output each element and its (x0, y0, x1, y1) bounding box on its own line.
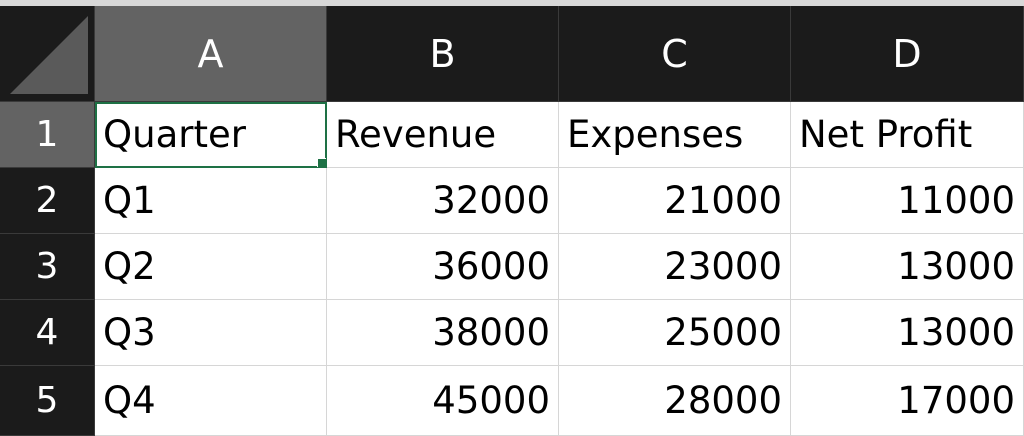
spreadsheet: A B C D 1 Quarter Revenue Expenses Net P… (0, 0, 1024, 436)
column-header-d[interactable]: D (791, 6, 1024, 102)
column-header-c[interactable]: C (559, 6, 791, 102)
cell-a3[interactable]: Q2 (95, 234, 327, 300)
select-all-corner[interactable] (0, 6, 95, 102)
cell-c4[interactable]: 25000 (559, 300, 791, 366)
cell-a4[interactable]: Q3 (95, 300, 327, 366)
cell-c5[interactable]: 28000 (559, 366, 791, 436)
cell-a2[interactable]: Q1 (95, 168, 327, 234)
row-header-2[interactable]: 2 (0, 168, 95, 234)
cell-b1[interactable]: Revenue (327, 102, 559, 168)
cell-c3[interactable]: 23000 (559, 234, 791, 300)
cell-c2[interactable]: 21000 (559, 168, 791, 234)
select-all-triangle-icon (10, 16, 88, 94)
cell-b4[interactable]: 38000 (327, 300, 559, 366)
cell-a5[interactable]: Q4 (95, 366, 327, 436)
cell-b3[interactable]: 36000 (327, 234, 559, 300)
row-header-4[interactable]: 4 (0, 300, 95, 366)
cell-d5[interactable]: 17000 (791, 366, 1024, 436)
column-header-a[interactable]: A (95, 6, 327, 102)
row-header-1[interactable]: 1 (0, 102, 95, 168)
cell-c1[interactable]: Expenses (559, 102, 791, 168)
cell-a1[interactable]: Quarter (95, 102, 327, 168)
cell-a1-value: Quarter (103, 113, 246, 156)
column-header-b[interactable]: B (327, 6, 559, 102)
cell-d1[interactable]: Net Profit (791, 102, 1024, 168)
cell-d2[interactable]: 11000 (791, 168, 1024, 234)
cell-d4[interactable]: 13000 (791, 300, 1024, 366)
cell-grid: A B C D 1 Quarter Revenue Expenses Net P… (0, 6, 1024, 436)
cell-b2[interactable]: 32000 (327, 168, 559, 234)
row-header-5[interactable]: 5 (0, 366, 95, 436)
fill-handle[interactable] (317, 158, 326, 167)
cell-d3[interactable]: 13000 (791, 234, 1024, 300)
cell-b5[interactable]: 45000 (327, 366, 559, 436)
row-header-3[interactable]: 3 (0, 234, 95, 300)
